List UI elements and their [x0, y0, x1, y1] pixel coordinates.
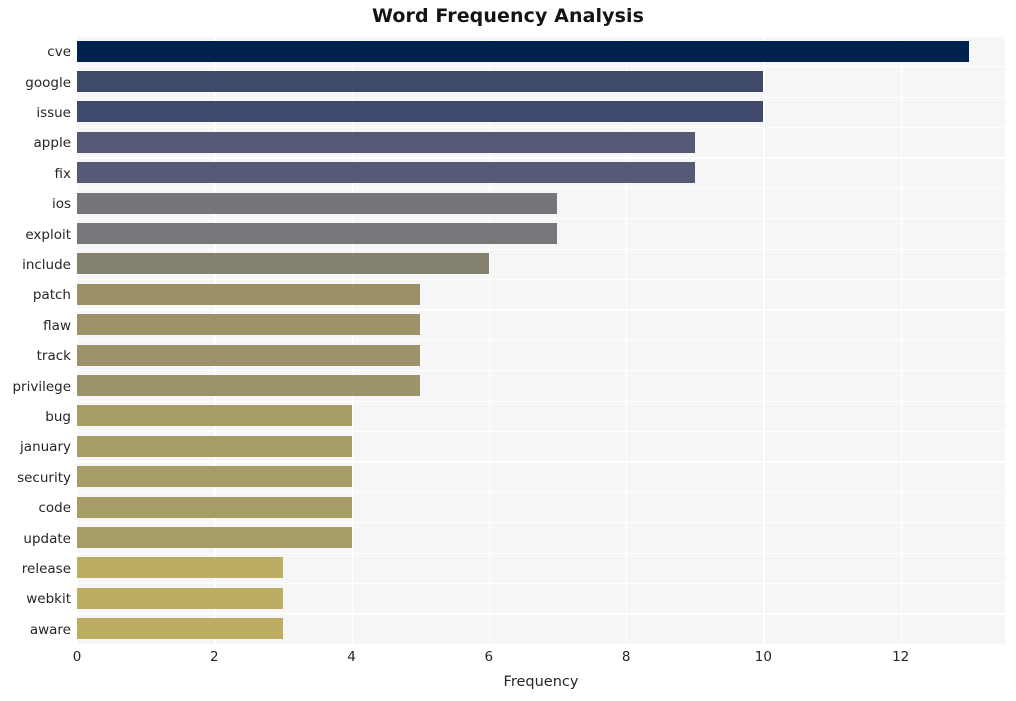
bar-row[interactable]	[77, 341, 1005, 369]
y-tick-label-issue: issue	[36, 105, 71, 121]
bar[interactable]	[77, 314, 421, 336]
bar[interactable]	[77, 405, 352, 427]
x-tick-label-8: 8	[621, 649, 631, 665]
bar[interactable]	[77, 618, 283, 640]
horizontal-gridline	[77, 643, 1005, 645]
bar-row[interactable]	[77, 250, 1005, 278]
chart-title: Word Frequency Analysis	[371, 5, 645, 27]
y-tick-label-code: code	[38, 500, 71, 517]
bar[interactable]	[77, 527, 352, 549]
bar-row[interactable]	[77, 493, 1005, 521]
bar-row[interactable]	[77, 219, 1005, 247]
y-tick-label-flaw: flaw	[43, 317, 71, 334]
y-tick-label-fix: fix	[54, 165, 72, 182]
bars-container	[77, 37, 1005, 645]
y-tick-label-apple: apple	[33, 135, 71, 152]
y-tick-label-ios: ios	[51, 196, 71, 213]
bar-row[interactable]	[77, 98, 1005, 126]
bar[interactable]	[77, 375, 421, 397]
bar-row[interactable]	[77, 523, 1005, 551]
bar-row[interactable]	[77, 402, 1005, 430]
x-tick-label-12: 12	[892, 649, 910, 665]
bar[interactable]	[77, 587, 283, 609]
x-axis-label: Frequency	[503, 674, 579, 690]
bar-row[interactable]	[77, 37, 1005, 65]
bar-row[interactable]	[77, 371, 1005, 399]
x-tick-label-0: 0	[72, 649, 82, 665]
bar[interactable]	[77, 162, 695, 184]
bar[interactable]	[77, 101, 764, 123]
bar[interactable]	[77, 223, 558, 245]
y-tick-label-bug: bug	[45, 409, 71, 425]
bar[interactable]	[77, 253, 489, 275]
bar-row[interactable]	[77, 189, 1005, 217]
bar-row[interactable]	[77, 280, 1005, 308]
bar-row[interactable]	[77, 159, 1005, 187]
y-tick-label-aware: aware	[29, 621, 71, 638]
x-tick-label-4: 4	[347, 649, 356, 665]
x-tick-label-6: 6	[484, 649, 494, 665]
x-tick-label-10: 10	[754, 649, 772, 665]
y-tick-label-google: google	[25, 74, 71, 91]
bar[interactable]	[77, 496, 352, 518]
bar-row[interactable]	[77, 463, 1005, 491]
y-tick-label-january: january	[20, 439, 71, 456]
bar[interactable]	[77, 131, 695, 153]
bar-row[interactable]	[77, 67, 1005, 95]
bar[interactable]	[77, 283, 421, 305]
y-tick-label-update: update	[23, 530, 71, 547]
y-tick-label-patch: patch	[32, 287, 71, 304]
bar[interactable]	[77, 557, 283, 579]
bar[interactable]	[77, 435, 352, 457]
bar-row[interactable]	[77, 584, 1005, 612]
word-frequency-bar-chart: Word Frequency Analysis cve google issue ap…	[0, 0, 1016, 701]
plot-area	[77, 37, 1005, 645]
x-axis-tick-labels: 0 2 4 6 8 10 12	[0, 648, 1016, 668]
bar-row[interactable]	[77, 554, 1005, 582]
bar-row[interactable]	[77, 128, 1005, 156]
y-tick-label-track: track	[36, 348, 71, 365]
bar[interactable]	[77, 466, 352, 488]
bar[interactable]	[77, 344, 421, 366]
bar-row[interactable]	[77, 311, 1005, 339]
bar-row[interactable]	[77, 615, 1005, 643]
x-tick-label-2: 2	[209, 649, 219, 665]
y-axis-tick-labels: cve google issue apple fix ios exploit include p…	[0, 37, 71, 645]
bar-row[interactable]	[77, 432, 1005, 460]
y-tick-label-release: release	[21, 561, 71, 577]
bar[interactable]	[77, 40, 970, 62]
y-tick-label-include: include	[22, 257, 71, 273]
y-tick-label-cve: cve	[47, 44, 71, 61]
y-tick-label-privilege: privilege	[12, 378, 71, 395]
y-tick-label-security: security	[17, 469, 71, 486]
y-tick-label-exploit: exploit	[25, 226, 71, 243]
bar[interactable]	[77, 192, 558, 214]
y-tick-label-webkit: webkit	[26, 591, 71, 608]
bar[interactable]	[77, 71, 764, 93]
